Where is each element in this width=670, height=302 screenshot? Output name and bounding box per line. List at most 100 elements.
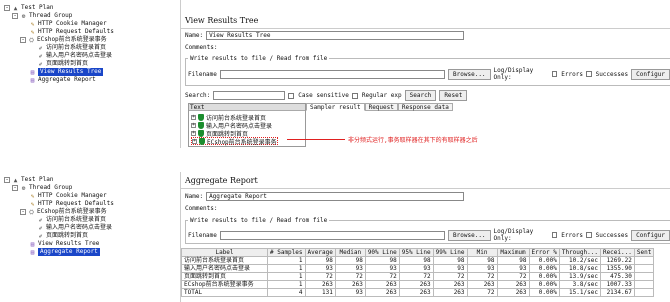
aggregate-report-panel: - ▲ Test Plan - ⚙ Thread Group ✎ HTTP Cookie Ma… <box>0 172 670 302</box>
reset-button[interactable]: Reset <box>439 90 468 101</box>
column-header[interactable]: Error % <box>528 248 560 257</box>
tree-node[interactable]: - ⚙ Thread Group <box>12 184 72 192</box>
table-row[interactable]: 访问前台系统登录首页 1 98 98 98 98 98 98 98 0.00% 10.2/sec 12… <box>181 256 655 265</box>
collapse-icon[interactable]: - <box>20 37 26 43</box>
errors-checkbox[interactable] <box>551 232 558 238</box>
collapse-icon[interactable]: - <box>4 5 10 11</box>
table-row[interactable]: 输入用户名密码点击登录 1 93 93 93 93 93 93 93 0.00% 10.8/sec 1… <box>181 264 655 273</box>
table-cell: 263 <box>496 280 530 289</box>
tree-node[interactable]: ▤ Aggregate Report <box>20 248 100 256</box>
page-title: Aggregate Report <box>185 176 258 185</box>
tree-node[interactable]: - ▲ Test Plan <box>4 176 54 184</box>
tree-node-label: ECshop前台系统登录事务 <box>37 208 107 215</box>
tree-node[interactable]: ✐ 页面跳转到首页 <box>28 60 88 68</box>
successes-checkbox[interactable] <box>585 71 592 77</box>
tab-request[interactable]: Request <box>364 103 398 111</box>
tab-response-data[interactable]: Response data <box>397 103 453 111</box>
configure-button[interactable]: Configur <box>631 68 670 80</box>
wrench-icon: ✎ <box>30 20 35 28</box>
tab-sampler-result[interactable]: Sampler result <box>306 103 365 111</box>
table-cell: 输入用户名密码点击登录 <box>181 264 268 273</box>
tree-node[interactable]: ✎ HTTP Cookie Manager <box>20 192 107 200</box>
errors-checkbox[interactable] <box>551 71 558 77</box>
table-cell: 13.9/sec <box>558 272 601 281</box>
successes-label: Successes <box>595 70 629 78</box>
search-label: Search: <box>185 92 211 99</box>
tree-node-label: 访问前台系统登录首页 <box>46 216 107 223</box>
annotation-arrow <box>287 139 345 140</box>
listener-icon: ▤ <box>30 76 35 84</box>
table-row[interactable]: 页面跳转到首页 1 72 72 72 72 72 72 72 0.00% 13.9/sec 475.3… <box>181 272 655 281</box>
expand-icon[interactable]: + <box>191 122 196 128</box>
page-title: View Results Tree <box>185 16 259 25</box>
table-cell: 263 <box>432 280 468 289</box>
tree-node-label: Test Plan <box>21 176 54 183</box>
browse-button[interactable]: Browse... <box>448 229 491 241</box>
tree-node-label: Aggregate Report <box>38 248 100 256</box>
column-header[interactable]: Label <box>181 248 268 257</box>
search-button[interactable]: Search <box>404 90 437 101</box>
name-field[interactable]: View Results Tree <box>206 31 465 40</box>
column-header[interactable]: Min <box>466 248 498 257</box>
table-cell: 1269.22 <box>599 256 635 265</box>
table-cell <box>633 272 655 281</box>
tree-node[interactable]: ✐ 页面跳转到首页 <box>28 232 88 240</box>
collapse-icon[interactable]: - <box>12 13 18 19</box>
filename-input[interactable] <box>219 69 446 79</box>
case-sensitive-checkbox[interactable] <box>288 92 295 99</box>
table-cell <box>633 280 655 289</box>
sampler-icon: ✐ <box>38 224 43 232</box>
tree-node[interactable]: ✎ HTTP Request Defaults <box>20 28 114 36</box>
column-header[interactable]: Through... <box>558 248 601 257</box>
table-cell: 72 <box>466 272 498 281</box>
regular-exp-checkbox[interactable] <box>351 92 358 99</box>
thread-group-icon: ⚙ <box>21 12 26 20</box>
table-cell: 1 <box>267 272 306 281</box>
expand-icon[interactable]: + <box>191 114 196 120</box>
collapse-icon[interactable]: - <box>4 177 10 183</box>
success-shield-icon <box>199 137 205 145</box>
table-cell: 72 <box>364 272 400 281</box>
column-header[interactable]: # Samples <box>267 248 306 257</box>
column-header[interactable]: 90% Line <box>364 248 400 257</box>
table-row[interactable]: TOTAL 4 131 93 263 263 263 72 263 0.00% 15.1/sec 21… <box>181 288 655 297</box>
column-header[interactable]: Maximum <box>496 248 530 257</box>
table-cell <box>633 264 655 273</box>
comments-label: Comments: <box>185 44 218 51</box>
table-cell: 263 <box>466 280 498 289</box>
tree-node[interactable]: ✐ 输入用户名密码点击登录 <box>28 224 112 232</box>
filename-input[interactable] <box>219 230 446 240</box>
tree-node[interactable]: ✐ 访问前台系统登录首页 <box>28 44 106 52</box>
browse-button[interactable]: Browse... <box>448 68 491 80</box>
expand-icon[interactable]: + <box>191 130 196 136</box>
column-header[interactable]: Median <box>334 248 366 257</box>
tree-node[interactable]: ▤ View Results Tree <box>20 240 100 248</box>
table-row[interactable]: ECshop前台系统登录事务 1 263 263 263 263 263 263 263 0.00… <box>181 280 655 289</box>
configure-button[interactable]: Configur <box>631 229 670 241</box>
tree-node[interactable]: ✐ 输入用户名密码点击登录 <box>28 52 112 60</box>
name-field[interactable]: Aggregate Report <box>206 192 465 201</box>
tree-node[interactable]: - ▲ Test Plan <box>4 4 54 12</box>
collapse-icon[interactable]: - <box>12 185 18 191</box>
tree-node[interactable]: ▤ View Results Tree <box>20 68 104 76</box>
column-header[interactable]: Average <box>304 248 336 257</box>
tree-node[interactable]: ✐ 访问前台系统登录首页 <box>28 216 106 224</box>
tree-node[interactable]: - ⚙ Thread Group <box>12 12 72 20</box>
column-header[interactable]: 99% Line <box>432 248 468 257</box>
tree-node[interactable]: - ⛭ ECshop前台系统登录事务 <box>20 208 107 216</box>
table-cell: 263 <box>364 280 400 289</box>
collapse-icon[interactable]: - <box>20 209 26 215</box>
tree-node[interactable]: ▤ Aggregate Report <box>20 76 96 84</box>
regular-exp-label: Regular exp <box>361 92 402 99</box>
successes-checkbox[interactable] <box>585 232 592 238</box>
tree-node[interactable]: ✎ HTTP Request Defaults <box>20 200 114 208</box>
tree-node[interactable]: ✎ HTTP Cookie Manager <box>20 20 107 28</box>
column-header[interactable]: Sent <box>633 248 655 257</box>
column-header[interactable]: Recei... <box>599 248 635 257</box>
result-node[interactable]: + ECshop前台系统登录事务 <box>191 137 278 146</box>
search-input[interactable] <box>213 91 286 100</box>
expand-icon[interactable]: + <box>192 138 197 144</box>
column-header[interactable]: 95% Line <box>398 248 434 257</box>
tree-node[interactable]: - ⛭ ECshop前台系统登录事务 <box>20 36 107 44</box>
test-plan-icon: ▲ <box>13 176 18 184</box>
